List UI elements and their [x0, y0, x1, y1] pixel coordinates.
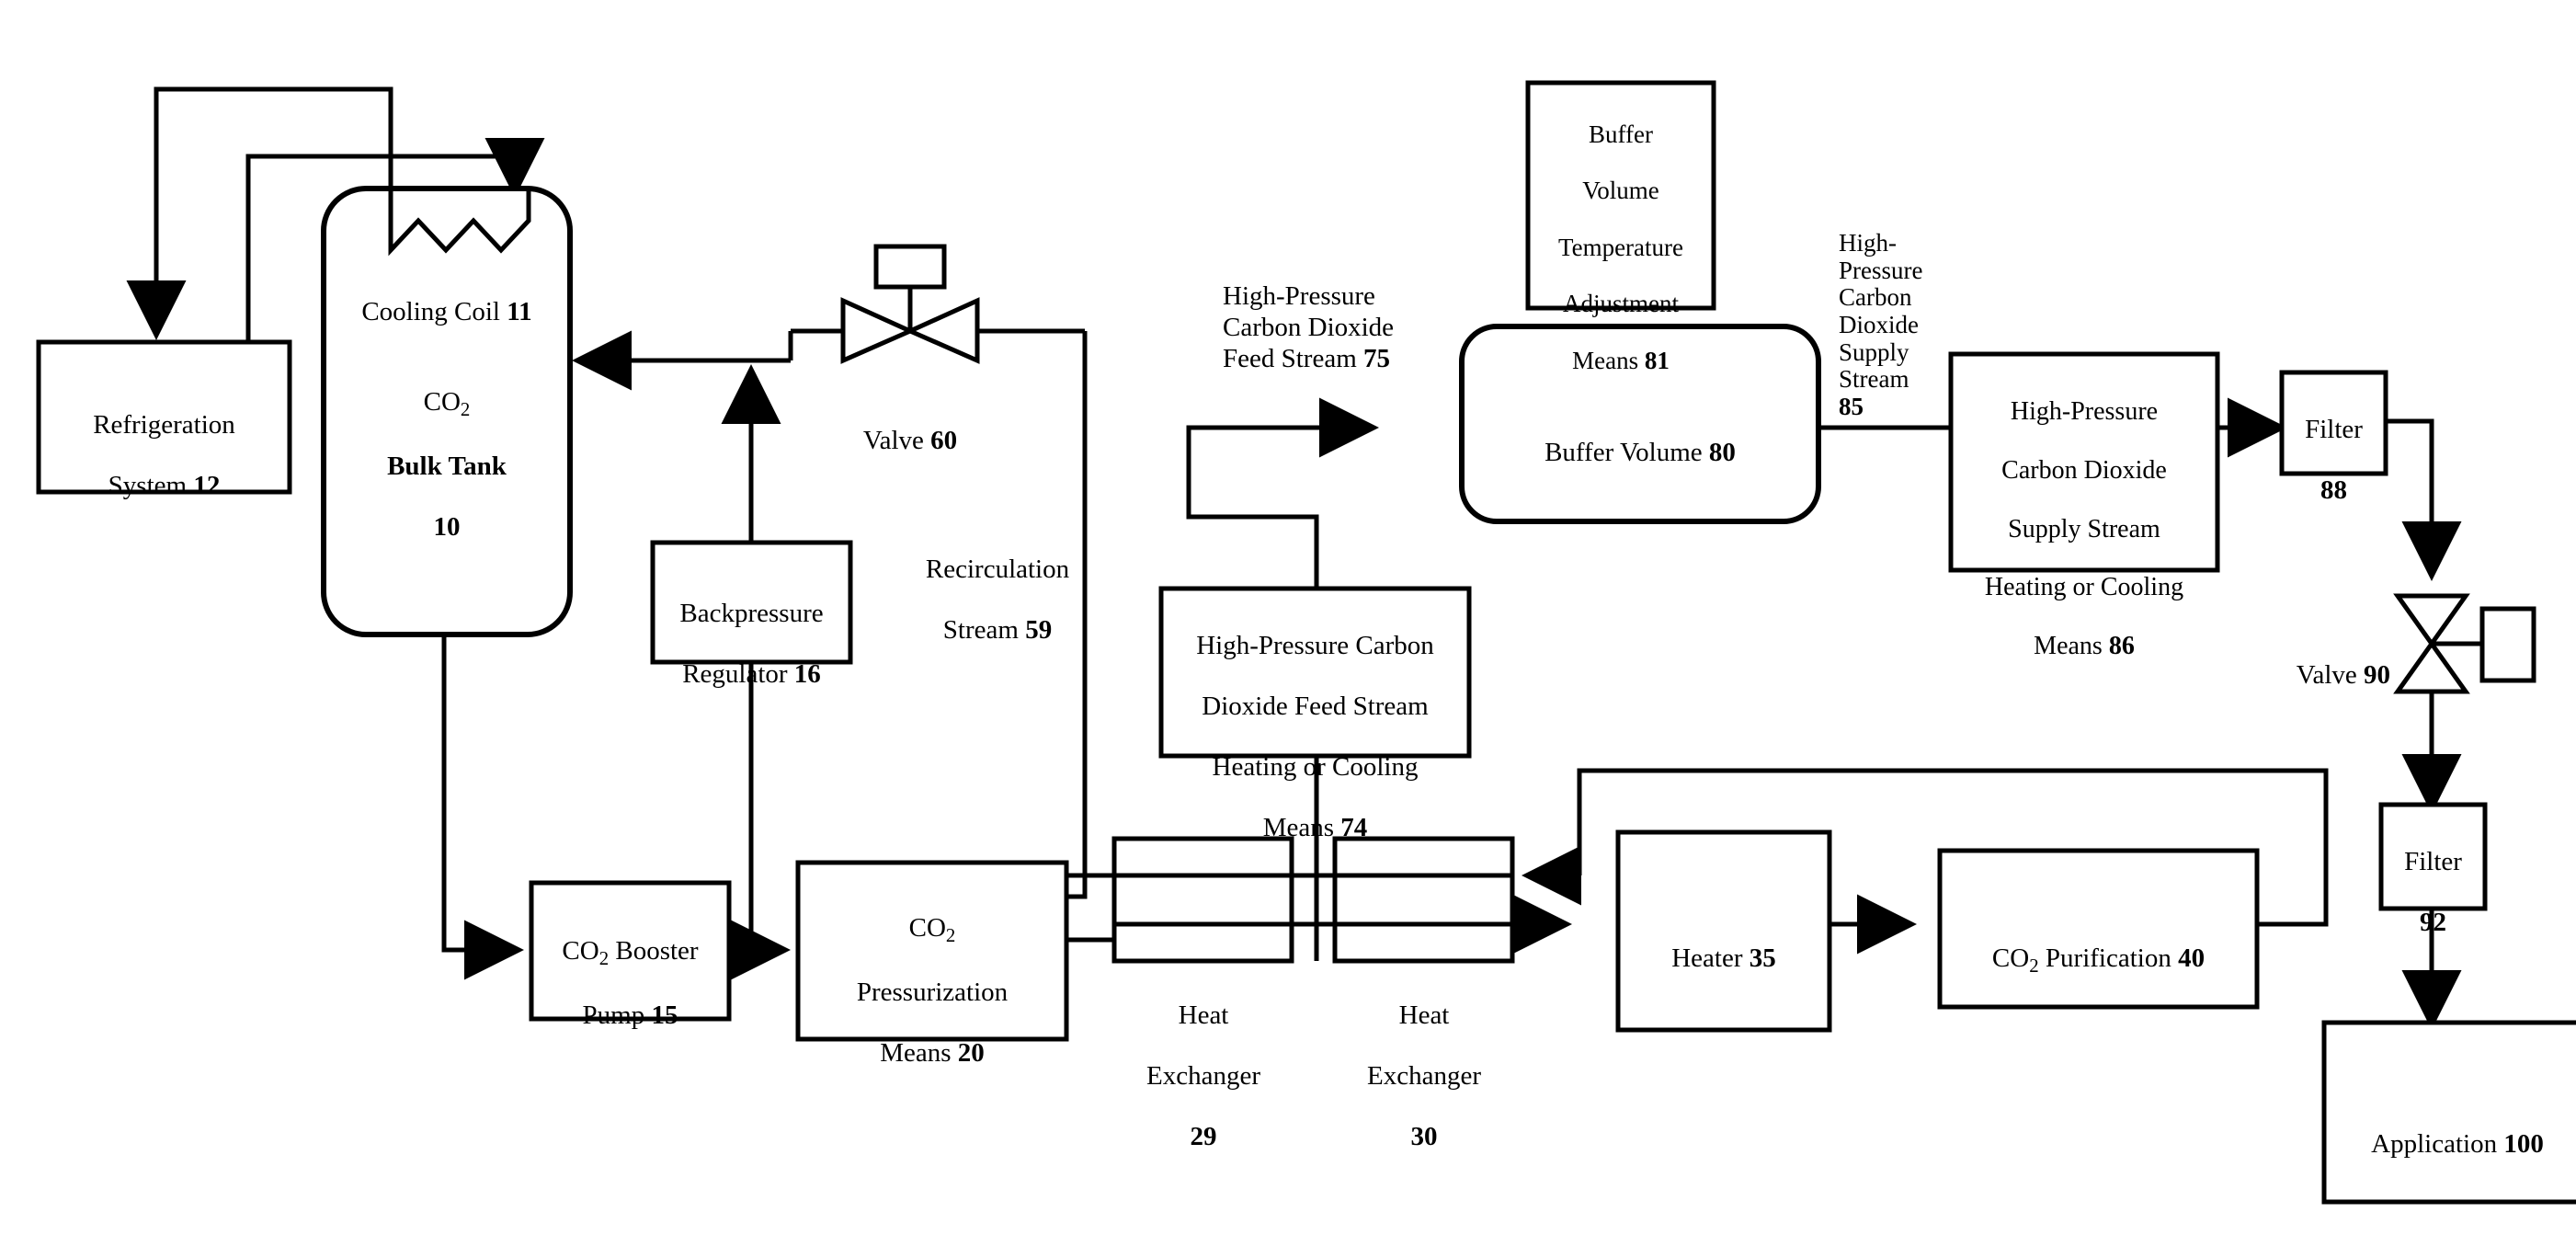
valve-60-label: Valve 60 — [862, 426, 958, 456]
heat-exchanger-29-label: Heat Exchanger 29 — [1146, 1001, 1260, 1152]
buffer-volume-label: Buffer Volume 80 — [1544, 438, 1736, 468]
supply-stream-85-label: High- Pressure Carbon Dioxide Supply Str… — [1839, 229, 1923, 421]
filter-88-label: Filter 88 — [2305, 415, 2363, 506]
cooling-coil-label: Cooling Coil 11 — [361, 297, 532, 327]
backpressure-regulator-label: Backpressure Regulator 16 — [679, 599, 824, 690]
process-flow-diagram: Refrigeration System 12 Cooling Coil 11 … — [0, 0, 2576, 1235]
valve-90-icon[interactable] — [2393, 593, 2536, 694]
filter-92-label: Filter 92 — [2404, 847, 2462, 938]
supply-stream-heating-means-label: High-Pressure Carbon Dioxide Supply Stre… — [1984, 396, 2184, 661]
application-100-label: Application 100 — [2371, 1129, 2544, 1160]
filter88-to-valve90-line — [2386, 418, 2462, 581]
tank-outlet-to-pump-line — [441, 635, 524, 980]
feed-stream-75-line — [1186, 397, 1379, 589]
refrigeration-system-label: Refrigeration System 12 — [93, 410, 235, 501]
valve-90-label: Valve 90 — [2296, 660, 2390, 691]
valve-60-icon[interactable] — [840, 244, 980, 364]
co2-bulk-tank-label: CO2 Bulk Tank 10 — [387, 387, 507, 542]
heat-exchanger-30-box[interactable] — [1332, 836, 1515, 964]
heat-exchanger-29-box[interactable] — [1111, 836, 1294, 964]
recirculation-stream-label: Recirculation Stream 59 — [925, 555, 1070, 646]
heater-35-label: Heater 35 — [1671, 943, 1776, 974]
booster-pump-label: CO2 Booster Pump 15 — [562, 936, 699, 1030]
pressurization-means-label: CO2 Pressurization Means 20 — [856, 913, 1009, 1068]
buffer-temp-adjust-label: Buffer Volume Temperature Adjustment Mea… — [1557, 120, 1684, 374]
feed-stream-75-label: High-Pressure Carbon Dioxide Feed Stream… — [1223, 281, 1395, 374]
co2-purification-label: CO2 Purification 40 — [1991, 943, 2206, 977]
feed-stream-heating-means-label: High-Pressure Carbon Dioxide Feed Stream… — [1196, 631, 1434, 843]
heat-exchanger-30-label: Heat Exchanger 30 — [1367, 1001, 1481, 1152]
